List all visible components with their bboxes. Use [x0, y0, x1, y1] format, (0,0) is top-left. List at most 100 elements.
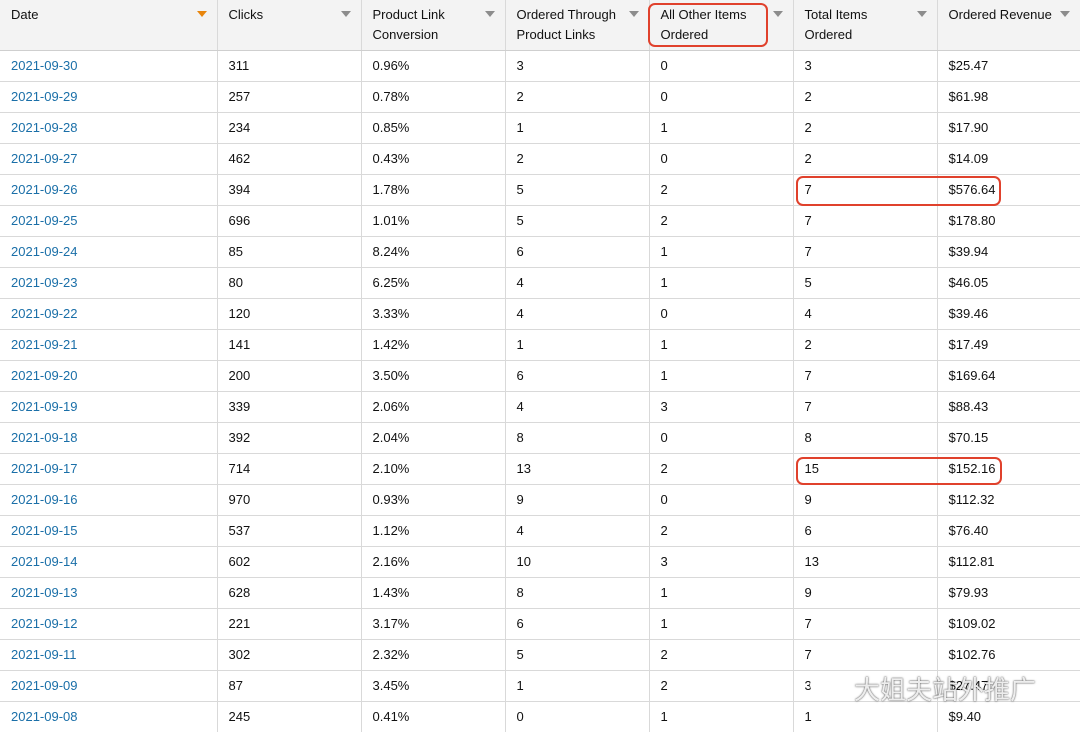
- cell-ordered-revenue: $88.43: [937, 391, 1080, 423]
- sort-caret-icon[interactable]: [628, 11, 639, 17]
- date-link[interactable]: 2021-09-18: [11, 430, 78, 445]
- cell-ordered-through-product-links: 5: [505, 639, 650, 671]
- date-link[interactable]: 2021-09-11: [11, 647, 77, 662]
- cell-product-link-conversion: 1.42%: [361, 329, 506, 361]
- cell-ordered-through-product-links: 0: [505, 701, 650, 732]
- column-header-total-items-ordered[interactable]: Total Items Ordered: [793, 0, 938, 51]
- cell-total-items-ordered: 6: [793, 515, 938, 547]
- column-header-clicks[interactable]: Clicks: [217, 0, 362, 51]
- cell-date: 2021-09-09: [0, 670, 218, 702]
- cell-date: 2021-09-23: [0, 267, 218, 299]
- cell-ordered-through-product-links: 1: [505, 670, 650, 702]
- date-link[interactable]: 2021-09-29: [11, 89, 78, 104]
- cell-ordered-through-product-links: 10: [505, 546, 650, 578]
- cell-product-link-conversion: 0.78%: [361, 81, 506, 113]
- column-header-all-other-items-ordered[interactable]: All Other Items Ordered: [649, 0, 794, 51]
- table-row: 2021-09-12 221 3.17% 6 1 7 $109.02: [0, 608, 1080, 640]
- sort-caret-icon[interactable]: [916, 11, 927, 17]
- report-table: Date Clicks Product Link Conversion Ordered…: [0, 0, 1080, 732]
- date-link[interactable]: 2021-09-13: [11, 585, 78, 600]
- table-row: 2021-09-21 141 1.42% 1 1 2 $17.49: [0, 329, 1080, 361]
- cell-clicks: 339: [217, 391, 362, 423]
- table-row: 2021-09-25 696 1.01% 5 2 7 $178.80: [0, 205, 1080, 237]
- cell-ordered-through-product-links: 8: [505, 422, 650, 454]
- date-link[interactable]: 2021-09-23: [11, 275, 78, 290]
- cell-ordered-revenue: $17.49: [937, 329, 1080, 361]
- sort-caret-icon[interactable]: [340, 11, 351, 17]
- date-link[interactable]: 2021-09-16: [11, 492, 78, 507]
- cell-clicks: 80: [217, 267, 362, 299]
- cell-all-other-items-ordered: 0: [649, 484, 794, 516]
- cell-product-link-conversion: 1.43%: [361, 577, 506, 609]
- table-row: 2021-09-27 462 0.43% 2 0 2 $14.09: [0, 143, 1080, 175]
- cell-ordered-through-product-links: 4: [505, 298, 650, 330]
- cell-clicks: 696: [217, 205, 362, 237]
- cell-product-link-conversion: 2.16%: [361, 546, 506, 578]
- cell-all-other-items-ordered: 1: [649, 236, 794, 268]
- date-link[interactable]: 2021-09-12: [11, 616, 78, 631]
- date-link[interactable]: 2021-09-25: [11, 213, 78, 228]
- cell-all-other-items-ordered: 2: [649, 515, 794, 547]
- date-link[interactable]: 2021-09-27: [11, 151, 78, 166]
- date-link[interactable]: 2021-09-14: [11, 554, 78, 569]
- cell-all-other-items-ordered: 1: [649, 608, 794, 640]
- cell-date: 2021-09-12: [0, 608, 218, 640]
- date-link[interactable]: 2021-09-26: [11, 182, 78, 197]
- cell-total-items-ordered: 5: [793, 267, 938, 299]
- cell-date: 2021-09-27: [0, 143, 218, 175]
- table-row: 2021-09-18 392 2.04% 8 0 8 $70.15: [0, 422, 1080, 454]
- table-row: 2021-09-26 394 1.78% 5 2 7 $576.64: [0, 174, 1080, 206]
- cell-date: 2021-09-18: [0, 422, 218, 454]
- sort-caret-icon[interactable]: [196, 11, 207, 17]
- table-row: 2021-09-11 302 2.32% 5 2 7 $102.76: [0, 639, 1080, 671]
- cell-total-items-ordered: 2: [793, 329, 938, 361]
- cell-ordered-through-product-links: 2: [505, 143, 650, 175]
- cell-all-other-items-ordered: 0: [649, 422, 794, 454]
- date-link[interactable]: 2021-09-08: [11, 709, 78, 724]
- cell-ordered-through-product-links: 6: [505, 608, 650, 640]
- cell-ordered-through-product-links: 8: [505, 577, 650, 609]
- date-link[interactable]: 2021-09-15: [11, 523, 78, 538]
- date-link[interactable]: 2021-09-28: [11, 120, 78, 135]
- cell-ordered-revenue: $169.64: [937, 360, 1080, 392]
- date-link[interactable]: 2021-09-30: [11, 58, 78, 73]
- date-link[interactable]: 2021-09-20: [11, 368, 78, 383]
- column-header-ordered-through-product-links[interactable]: Ordered Through Product Links: [505, 0, 650, 51]
- cell-date: 2021-09-13: [0, 577, 218, 609]
- cell-ordered-revenue: $576.64: [937, 174, 1080, 206]
- cell-ordered-through-product-links: 4: [505, 267, 650, 299]
- date-link[interactable]: 2021-09-21: [11, 337, 78, 352]
- table-row: 2021-09-14 602 2.16% 10 3 13 $112.81: [0, 546, 1080, 578]
- cell-all-other-items-ordered: 0: [649, 81, 794, 113]
- cell-ordered-revenue: $14.09: [937, 143, 1080, 175]
- cell-ordered-revenue: $76.40: [937, 515, 1080, 547]
- sort-caret-icon[interactable]: [772, 11, 783, 17]
- date-link[interactable]: 2021-09-19: [11, 399, 78, 414]
- column-header-label: Product Link Conversion: [372, 7, 445, 42]
- cell-product-link-conversion: 0.43%: [361, 143, 506, 175]
- date-link[interactable]: 2021-09-09: [11, 678, 78, 693]
- cell-product-link-conversion: 3.33%: [361, 298, 506, 330]
- cell-ordered-through-product-links: 4: [505, 391, 650, 423]
- cell-clicks: 85: [217, 236, 362, 268]
- sort-caret-icon[interactable]: [484, 11, 495, 17]
- table-row: 2021-09-13 628 1.43% 8 1 9 $79.93: [0, 577, 1080, 609]
- date-link[interactable]: 2021-09-24: [11, 244, 78, 259]
- table-row: 2021-09-08 245 0.41% 0 1 1 $9.40: [0, 701, 1080, 732]
- date-link[interactable]: 2021-09-17: [11, 461, 78, 476]
- cell-total-items-ordered: 4: [793, 298, 938, 330]
- cell-product-link-conversion: 1.01%: [361, 205, 506, 237]
- column-header-label: All Other Items Ordered: [660, 7, 747, 42]
- cell-product-link-conversion: 0.41%: [361, 701, 506, 732]
- cell-ordered-revenue: $39.46: [937, 298, 1080, 330]
- sort-caret-icon[interactable]: [1060, 11, 1070, 17]
- column-header-ordered-revenue[interactable]: Ordered Revenue: [937, 0, 1080, 51]
- column-header-date[interactable]: Date: [0, 0, 218, 51]
- cell-product-link-conversion: 2.04%: [361, 422, 506, 454]
- column-header-product-link-conversion[interactable]: Product Link Conversion: [361, 0, 506, 51]
- column-header-label: Total Items Ordered: [804, 7, 868, 42]
- cell-product-link-conversion: 2.06%: [361, 391, 506, 423]
- table-row: 2021-09-20 200 3.50% 6 1 7 $169.64: [0, 360, 1080, 392]
- cell-date: 2021-09-17: [0, 453, 218, 485]
- date-link[interactable]: 2021-09-22: [11, 306, 78, 321]
